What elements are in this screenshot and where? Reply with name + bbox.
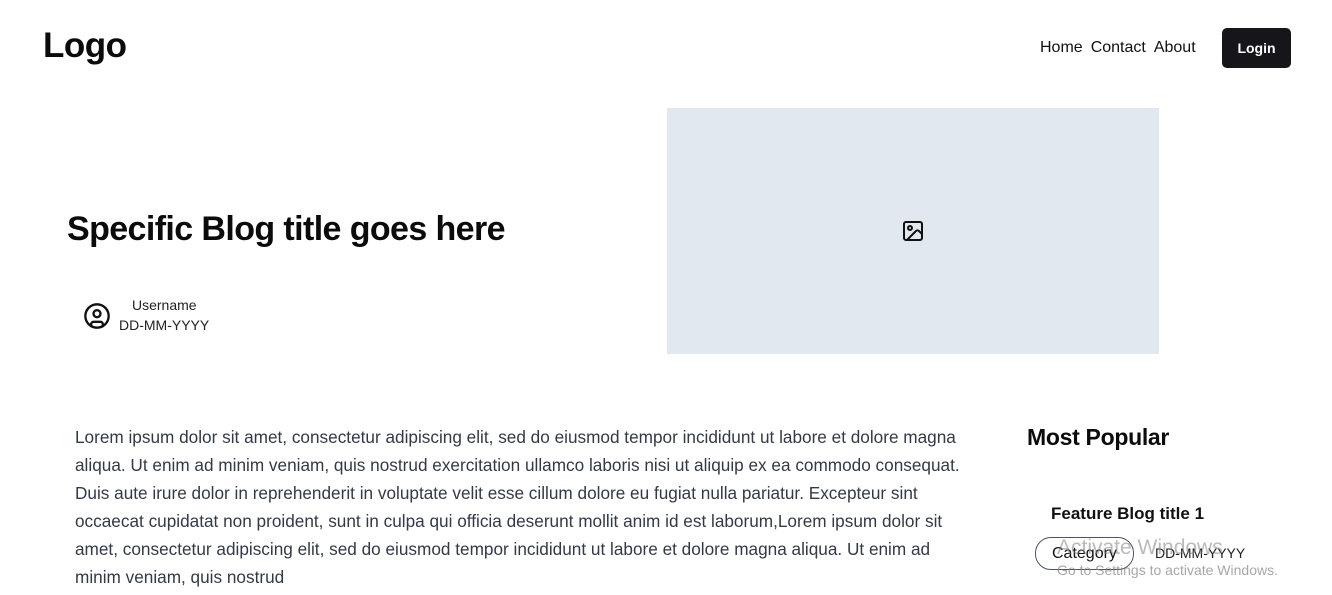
feature-blog-title[interactable]: Feature Blog title 1 xyxy=(1051,504,1204,524)
activate-windows-subtitle: Go to Settings to activate Windows. xyxy=(1057,562,1278,578)
login-button[interactable]: Login xyxy=(1222,28,1291,68)
article-body: Lorem ipsum dolor sit amet, consectetur … xyxy=(75,427,960,587)
nav-about-link[interactable]: About xyxy=(1154,39,1196,57)
author-date: DD-MM-YYYY xyxy=(119,317,210,333)
blog-page: Logo Home Contact About Login Specific B… xyxy=(0,0,1332,595)
nav-home-link[interactable]: Home xyxy=(1040,39,1083,57)
activate-windows-watermark: Activate Windows xyxy=(1057,536,1223,559)
logo[interactable]: Logo xyxy=(43,26,127,66)
nav-contact-link[interactable]: Contact xyxy=(1091,39,1146,57)
hero-image-placeholder xyxy=(667,108,1159,354)
user-circle-icon xyxy=(84,303,110,329)
main-nav: Home Contact About xyxy=(1040,39,1196,57)
page-title: Specific Blog title goes here xyxy=(67,210,506,248)
image-icon xyxy=(903,221,923,241)
sidebar-title: Most Popular xyxy=(1027,424,1170,450)
author-username: Username xyxy=(132,297,197,313)
